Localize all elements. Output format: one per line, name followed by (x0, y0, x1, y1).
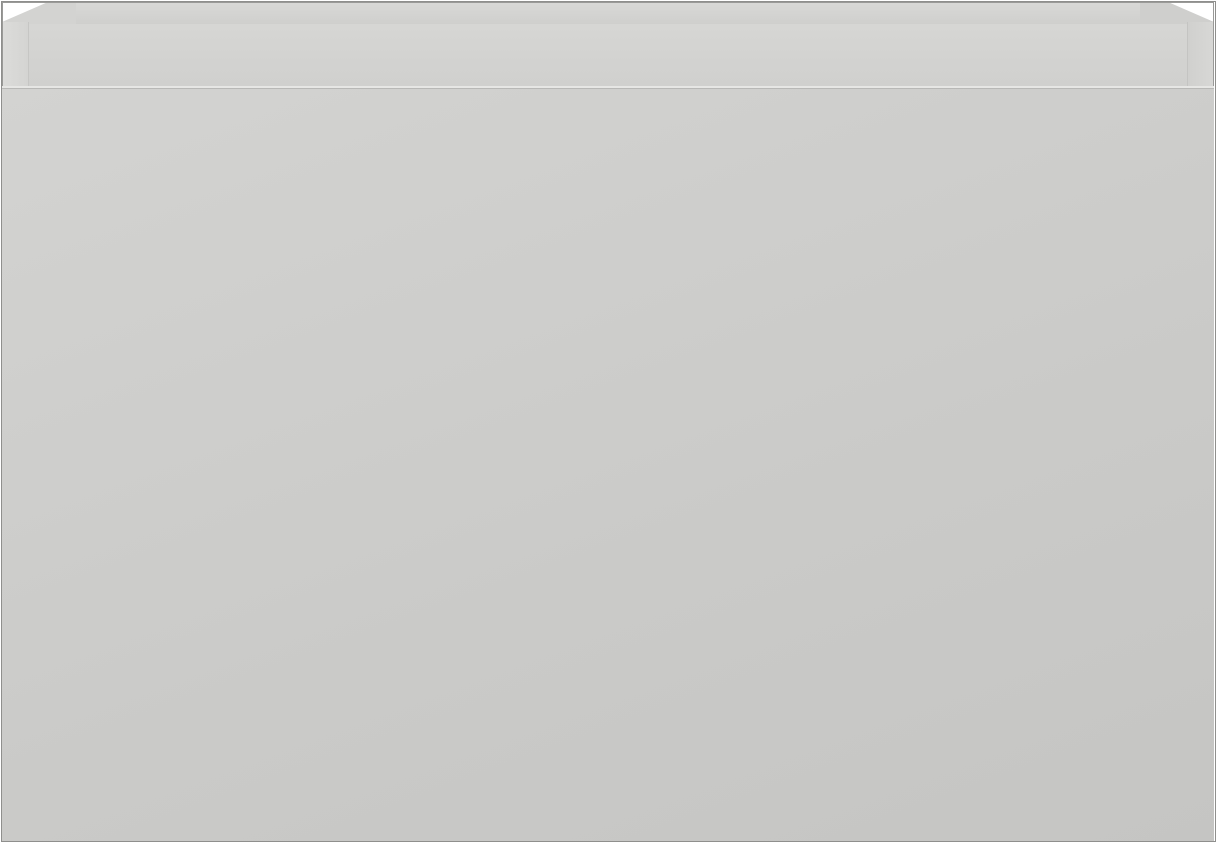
drawer-front-panel (2, 86, 1214, 842)
rim-right-corner (1140, 2, 1214, 24)
rim-inner-lip (29, 24, 1187, 86)
rim-left-corner (2, 2, 76, 24)
rim-right-post (1187, 22, 1214, 86)
cabinet-top-rim (2, 2, 1214, 86)
rim-left-post (2, 22, 29, 86)
rim-back-edge (76, 2, 1142, 25)
scene (0, 0, 1218, 844)
cabinet (0, 0, 1218, 844)
